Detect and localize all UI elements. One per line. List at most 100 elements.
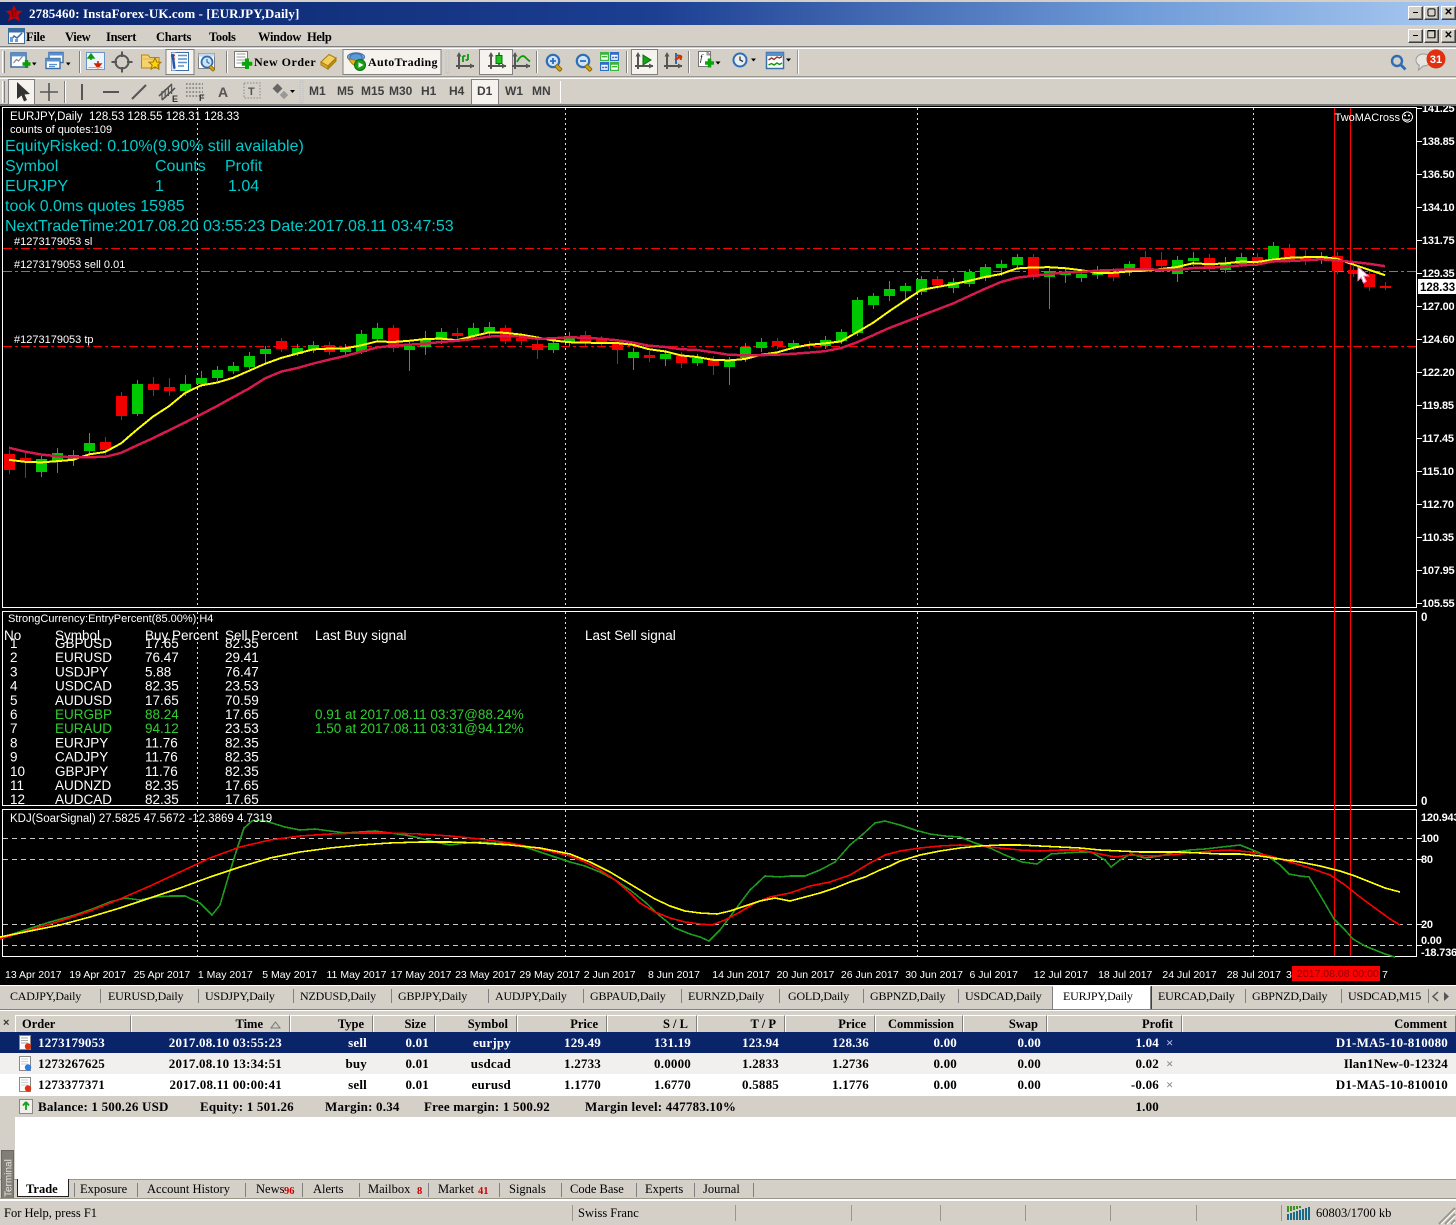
svg-text:0: 0 [1421,796,1427,808]
svg-text:Symbol: Symbol [5,158,58,175]
svg-text:0: 0 [1421,612,1427,624]
svg-text:100: 100 [1421,833,1439,845]
svg-text:TwoMACross: TwoMACross [1335,112,1401,124]
svg-text:17.65: 17.65 [225,778,259,793]
svg-text:0.00: 0.00 [1421,935,1442,947]
svg-text:82.35: 82.35 [225,750,259,765]
svg-text:82.35: 82.35 [145,778,179,793]
svg-text:14 Jun 2017: 14 Jun 2017 [712,969,770,981]
svg-text:7: 7 [1382,969,1388,981]
svg-text:17 May 2017: 17 May 2017 [391,969,452,981]
svg-text:Counts: Counts [155,158,206,175]
svg-text:29 May 2017: 29 May 2017 [519,969,580,981]
svg-text:A: A [218,84,228,100]
svg-text:127.00: 127.00 [1422,301,1455,313]
svg-text:GBPUSD: GBPUSD [55,636,112,651]
svg-text:25 Apr 2017: 25 Apr 2017 [134,969,191,981]
svg-text:EquityRisked: 0.10%(9.90% stil: EquityRisked: 0.10%(9.90% still availabl… [5,138,304,155]
svg-text:31: 31 [1430,54,1442,66]
svg-text:19 Apr 2017: 19 Apr 2017 [69,969,126,981]
svg-text:115.10: 115.10 [1422,466,1454,478]
svg-text:took 0.0ms quotes 15985: took 0.0ms quotes 15985 [5,198,185,215]
svg-text:23.53: 23.53 [225,721,259,736]
svg-text:1 May 2017: 1 May 2017 [198,969,253,981]
svg-text:24 Jul 2017: 24 Jul 2017 [1162,969,1216,981]
svg-text:29.41: 29.41 [225,650,259,665]
svg-text:76.47: 76.47 [145,650,179,665]
svg-text:Last Buy signal: Last Buy signal [315,628,407,643]
svg-text:17.65: 17.65 [145,636,179,651]
svg-text:#1273179053 sell 0.01: #1273179053 sell 0.01 [14,259,125,271]
svg-text:KDJ(SoarSignal) 27.5825 47.567: KDJ(SoarSignal) 27.5825 47.5672 -12.3869… [10,813,272,825]
svg-text:131.75: 131.75 [1422,235,1455,247]
svg-text:StrongCurrency:EntryPercent(85: StrongCurrency:EntryPercent(85.00%) H4 [8,613,213,625]
svg-text:AUDUSD: AUDUSD [55,693,112,708]
svg-text:1: 1 [10,636,18,651]
svg-text:11.76: 11.76 [145,750,178,765]
svg-text:5: 5 [10,693,18,708]
svg-text:26 Jun 2017: 26 Jun 2017 [841,969,899,981]
svg-text:76.47: 76.47 [225,664,259,679]
svg-text:28 Jul 2017: 28 Jul 2017 [1227,969,1281,981]
svg-text:23.53: 23.53 [225,679,259,694]
svg-text:USDJPY: USDJPY [55,664,108,679]
svg-text:82.35: 82.35 [225,636,259,651]
svg-text:80: 80 [1421,854,1433,866]
svg-text:82.35: 82.35 [225,764,259,779]
svg-text:GBPJPY: GBPJPY [55,764,108,779]
svg-text:112.70: 112.70 [1422,499,1454,511]
svg-text:88.24: 88.24 [145,707,179,722]
svg-text:17.65: 17.65 [225,792,259,807]
svg-text:E: E [172,94,178,104]
svg-text:8: 8 [10,735,18,750]
svg-text:122.20: 122.20 [1422,367,1455,379]
svg-text:107.95: 107.95 [1422,565,1455,577]
svg-text:129.35: 129.35 [1422,268,1455,280]
svg-text:110.35: 110.35 [1422,532,1454,544]
svg-text:17.65: 17.65 [145,693,179,708]
svg-text:94.12: 94.12 [145,721,179,736]
svg-text:23 May 2017: 23 May 2017 [455,969,516,981]
svg-text:New Order: New Order [254,55,316,69]
svg-text:120.9438: 120.9438 [1421,812,1456,824]
svg-text:EURUSD: EURUSD [55,650,112,665]
svg-text:20 Jun 2017: 20 Jun 2017 [777,969,835,981]
svg-text:Terminal: Terminal [4,1159,15,1197]
svg-text:T: T [248,86,255,98]
svg-text:2: 2 [10,650,18,665]
svg-text:EURAUD: EURAUD [55,721,112,736]
svg-text:3: 3 [1286,969,1292,981]
svg-text:117.45: 117.45 [1422,433,1454,445]
svg-text:134.10: 134.10 [1422,202,1455,214]
svg-text:136.50: 136.50 [1422,169,1455,181]
svg-text:8 Jun 2017: 8 Jun 2017 [648,969,700,981]
svg-text:#1273179053 sl: #1273179053 sl [14,236,92,248]
svg-text:12 Jul 2017: 12 Jul 2017 [1034,969,1088,981]
svg-text:#1273179053 tp: #1273179053 tp [14,334,94,346]
svg-text:82.35: 82.35 [225,735,259,750]
svg-text:82.35: 82.35 [145,792,179,807]
svg-text:18 Jul 2017: 18 Jul 2017 [1098,969,1152,981]
svg-text:11 May 2017: 11 May 2017 [327,969,387,981]
svg-text:7: 7 [10,721,18,736]
svg-text:EURGBP: EURGBP [55,707,112,722]
svg-text:1: 1 [155,178,164,195]
svg-text:1.04: 1.04 [228,178,259,195]
svg-text:124.60: 124.60 [1422,334,1455,346]
svg-text:EURJPY: EURJPY [55,735,108,750]
svg-text:2017.08.08 00:00: 2017.08.08 00:00 [1297,968,1379,980]
svg-text:CADJPY: CADJPY [55,750,108,765]
svg-text:5 May 2017: 5 May 2017 [262,969,317,981]
svg-text:AutoTrading: AutoTrading [368,55,438,69]
svg-text:6: 6 [10,707,18,722]
svg-text:17.65: 17.65 [225,707,259,722]
svg-text:11: 11 [10,778,24,793]
svg-text:F: F [199,93,205,103]
svg-text:11.76: 11.76 [145,735,178,750]
svg-text:9: 9 [10,750,18,765]
svg-text:5.88: 5.88 [145,664,171,679]
svg-text:13 Apr 2017: 13 Apr 2017 [5,969,62,981]
svg-text:-18.736: -18.736 [1421,947,1456,959]
svg-text:0.91 at 2017.08.11 03:37@88.24: 0.91 at 2017.08.11 03:37@88.24% [315,707,524,722]
svg-text:counts of quotes:109: counts of quotes:109 [10,124,112,136]
